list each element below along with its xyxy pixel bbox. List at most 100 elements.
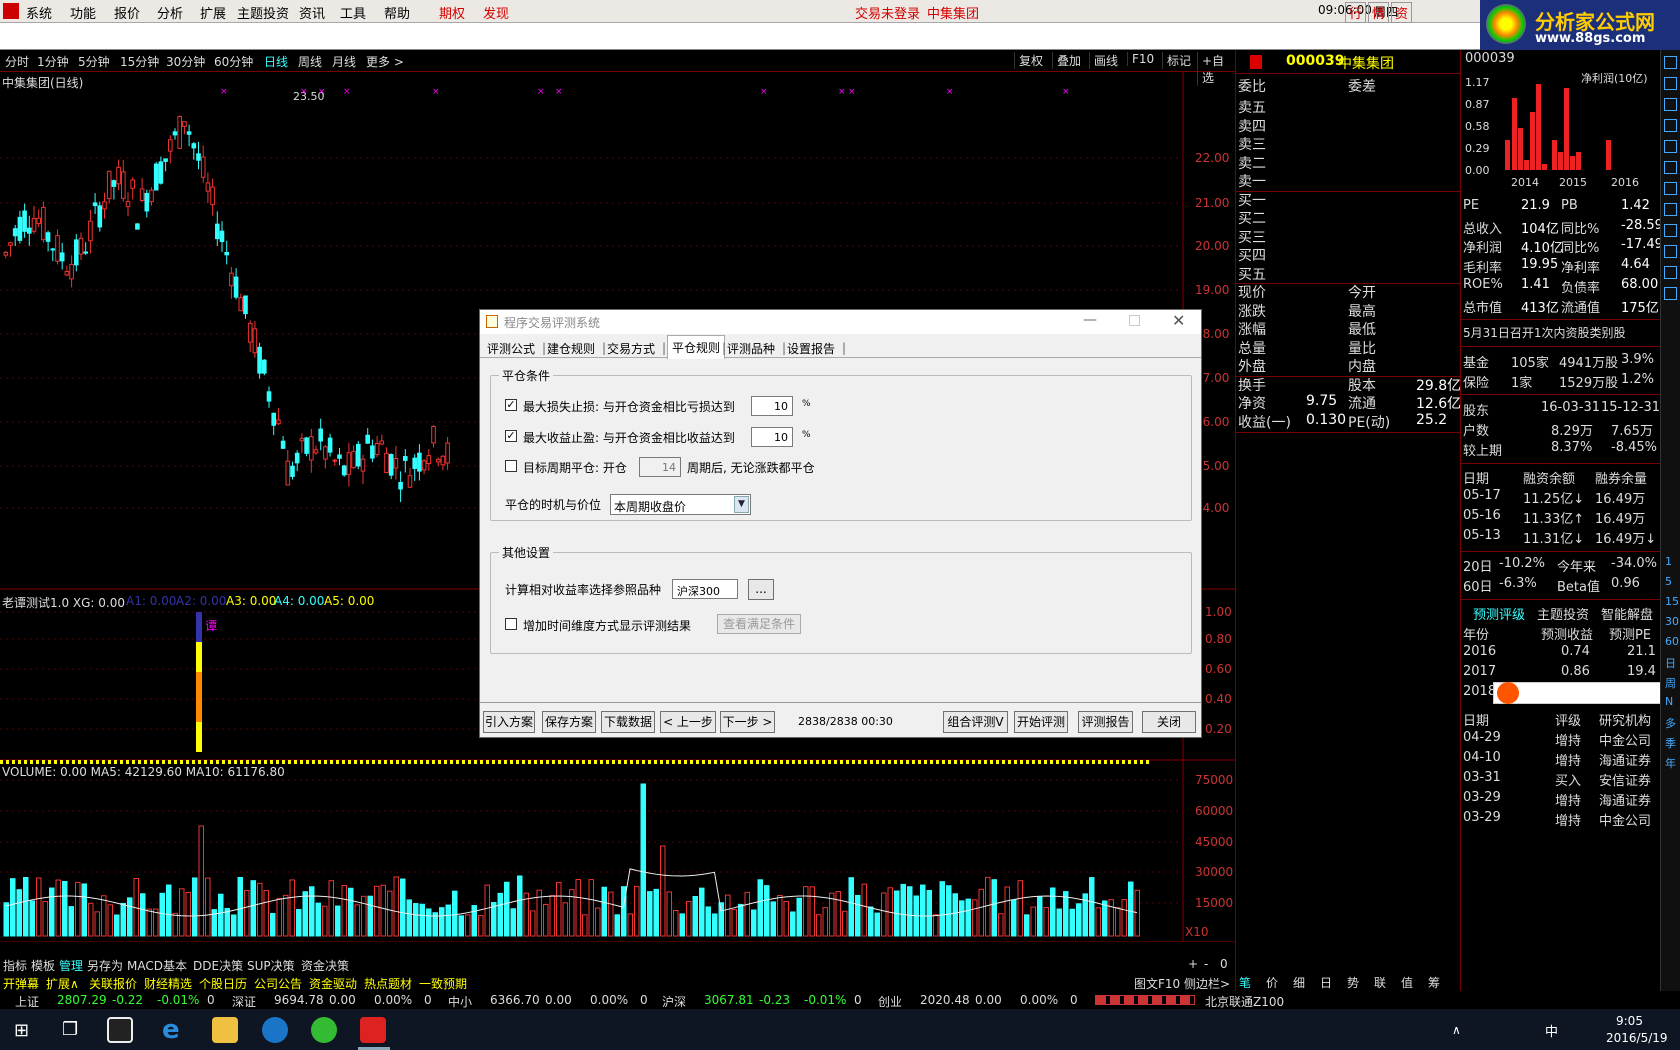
chart-tool-2[interactable]: 画线 xyxy=(1089,52,1122,69)
dialog-titlebar[interactable]: 程序交易评测系统 — □ ✕ xyxy=(480,310,1201,334)
top-right-btn-1[interactable]: 情 xyxy=(1368,2,1390,23)
target-period-input[interactable]: 14 xyxy=(639,457,681,477)
footer-button-3[interactable]: < 上一步 xyxy=(660,711,716,733)
quote-tab-1[interactable]: 价 xyxy=(1266,974,1278,991)
menu-item-8[interactable]: 帮助 xyxy=(384,3,410,22)
f10-tab-0[interactable]: 预测评级 xyxy=(1473,604,1537,624)
indicator-tab-4[interactable]: MACD基本 xyxy=(127,957,187,974)
takeprofit-checkbox[interactable]: ✓ xyxy=(505,430,517,442)
server-label[interactable]: 北京联通Z100 xyxy=(1205,993,1284,1010)
benchmark-input[interactable]: 沪深300 xyxy=(672,579,738,599)
side-period-1[interactable]: 5 xyxy=(1665,575,1672,588)
extra-tab-0[interactable]: 开弹幕 xyxy=(3,975,39,992)
period-tab-7[interactable]: 周线 xyxy=(298,53,322,70)
side-tool-icon[interactable] xyxy=(1664,182,1677,195)
side-tool-icon[interactable] xyxy=(1664,98,1677,111)
dialog-tab-3[interactable]: 平仓规则 xyxy=(667,335,726,359)
extra-tab-8[interactable]: 一致预期 xyxy=(419,975,467,992)
side-period-6[interactable]: 周 xyxy=(1665,675,1676,691)
period-tab-1[interactable]: 1分钟 xyxy=(37,53,69,70)
stock-app-icon[interactable] xyxy=(360,1017,386,1043)
side-period-7[interactable]: N xyxy=(1665,695,1673,708)
task-view-icon[interactable]: ❐ xyxy=(62,1019,78,1040)
dialog-tab-5[interactable]: 设置报告 xyxy=(787,340,835,357)
indicator-tab-6[interactable]: SUP决策 xyxy=(247,957,295,974)
extra-tab-2[interactable]: 关联报价 xyxy=(89,975,137,992)
sell-level-4[interactable]: 卖一 xyxy=(1238,171,1463,190)
ime-label[interactable]: 中 xyxy=(1545,1021,1558,1040)
sell-level-1[interactable]: 卖四 xyxy=(1238,116,1463,135)
tray-up-icon[interactable]: ∧ xyxy=(1452,1023,1461,1037)
buy-level-3[interactable]: 买四 xyxy=(1238,245,1463,264)
buy-level-4[interactable]: 买五 xyxy=(1238,264,1463,283)
menu-item-red-1[interactable]: 发现 xyxy=(483,3,509,22)
dialog-tab-0[interactable]: 评测公式 xyxy=(487,340,535,357)
period-tab-3[interactable]: 15分钟 xyxy=(120,53,159,70)
indicator-tab-3[interactable]: 另存为 xyxy=(87,957,123,974)
edge-browser-icon[interactable]: e xyxy=(162,1015,180,1045)
period-tab-5[interactable]: 60分钟 xyxy=(214,53,253,70)
buy-level-2[interactable]: 买三 xyxy=(1238,227,1463,246)
f10-notice[interactable]: 5月31日召开1次内资股类别股 xyxy=(1463,324,1663,344)
menu-item-6[interactable]: 资讯 xyxy=(299,3,325,22)
side-tool-icon[interactable] xyxy=(1664,119,1677,132)
chart-tool-3[interactable]: F10 xyxy=(1127,52,1158,66)
side-tool-icon[interactable] xyxy=(1664,224,1677,237)
extra-tab-6[interactable]: 资金驱动 xyxy=(309,975,357,992)
chart-tool-1[interactable]: 叠加 xyxy=(1052,52,1085,69)
quote-tab-6[interactable]: 值 xyxy=(1401,974,1413,991)
menu-item-red-0[interactable]: 期权 xyxy=(439,3,465,22)
side-tool-icon[interactable] xyxy=(1664,287,1677,300)
buy-level-1[interactable]: 买二 xyxy=(1238,208,1463,227)
side-period-5[interactable]: 日 xyxy=(1665,655,1676,671)
chart-tool-0[interactable]: 复权 xyxy=(1014,52,1047,69)
menu-item-2[interactable]: 报价 xyxy=(114,3,140,22)
quote-tab-3[interactable]: 日 xyxy=(1320,974,1332,991)
period-tab-0[interactable]: 分时 xyxy=(5,53,29,70)
dialog-tab-2[interactable]: 交易方式 xyxy=(607,340,655,357)
side-period-10[interactable]: 年 xyxy=(1665,755,1676,771)
buy-level-0[interactable]: 买一 xyxy=(1238,190,1463,209)
file-explorer-icon[interactable] xyxy=(212,1017,238,1043)
side-period-0[interactable]: 1 xyxy=(1665,555,1672,568)
green-app-icon[interactable] xyxy=(311,1017,337,1043)
f10-tab-1[interactable]: 主题投资 xyxy=(1537,604,1601,624)
period-tab-8[interactable]: 月线 xyxy=(332,53,356,70)
side-period-3[interactable]: 30 xyxy=(1665,615,1679,628)
side-tool-icon[interactable] xyxy=(1664,266,1677,279)
f10-tab-2[interactable]: 智能解盘 xyxy=(1601,604,1665,624)
side-tool-icon[interactable] xyxy=(1664,203,1677,216)
extra-tab-1[interactable]: 扩展∧ xyxy=(46,975,79,992)
zoom-nav-0[interactable]: + xyxy=(1188,957,1198,971)
quote-tab-7[interactable]: 筹 xyxy=(1428,974,1440,991)
footer-action-2[interactable]: 评测报告 xyxy=(1078,711,1133,733)
menu-item-1[interactable]: 功能 xyxy=(70,3,96,22)
zoom-nav-1[interactable]: - xyxy=(1204,957,1208,971)
footer-button-0[interactable]: 引入方案 xyxy=(483,711,535,733)
panel-toggle-1[interactable]: 侧边栏> xyxy=(1184,975,1230,992)
dialog-tab-1[interactable]: 建仓规则 xyxy=(547,340,595,357)
stoploss-checkbox[interactable]: ✓ xyxy=(505,399,517,411)
address-bar[interactable] xyxy=(0,23,1480,50)
footer-action-1[interactable]: 开始评测 xyxy=(1014,711,1068,733)
app-icon-tiles[interactable] xyxy=(107,1017,133,1043)
extra-tab-7[interactable]: 热点题材 xyxy=(364,975,412,992)
side-tool-icon[interactable] xyxy=(1664,140,1677,153)
side-period-4[interactable]: 60 xyxy=(1665,635,1679,648)
menu-item-0[interactable]: 系统 xyxy=(26,3,52,22)
menu-item-3[interactable]: 分析 xyxy=(157,3,183,22)
quote-tab-4[interactable]: 势 xyxy=(1347,974,1359,991)
side-tool-icon[interactable] xyxy=(1664,77,1677,90)
side-period-9[interactable]: 季 xyxy=(1665,735,1676,751)
period-tab-2[interactable]: 5分钟 xyxy=(78,53,110,70)
sell-level-0[interactable]: 卖五 xyxy=(1238,97,1463,116)
minimize-icon[interactable]: — xyxy=(1083,312,1097,328)
footer-button-1[interactable]: 保存方案 xyxy=(542,711,596,733)
quote-tab-0[interactable]: 笔 xyxy=(1239,974,1251,991)
top-right-btn-2[interactable]: 资 xyxy=(1391,2,1413,23)
period-tab-9[interactable]: 更多 > xyxy=(366,53,404,70)
extra-tab-3[interactable]: 财经精选 xyxy=(144,975,192,992)
sell-level-3[interactable]: 卖二 xyxy=(1238,153,1463,172)
stoploss-input[interactable]: 10 xyxy=(751,396,793,416)
k-app-icon[interactable] xyxy=(262,1017,288,1043)
